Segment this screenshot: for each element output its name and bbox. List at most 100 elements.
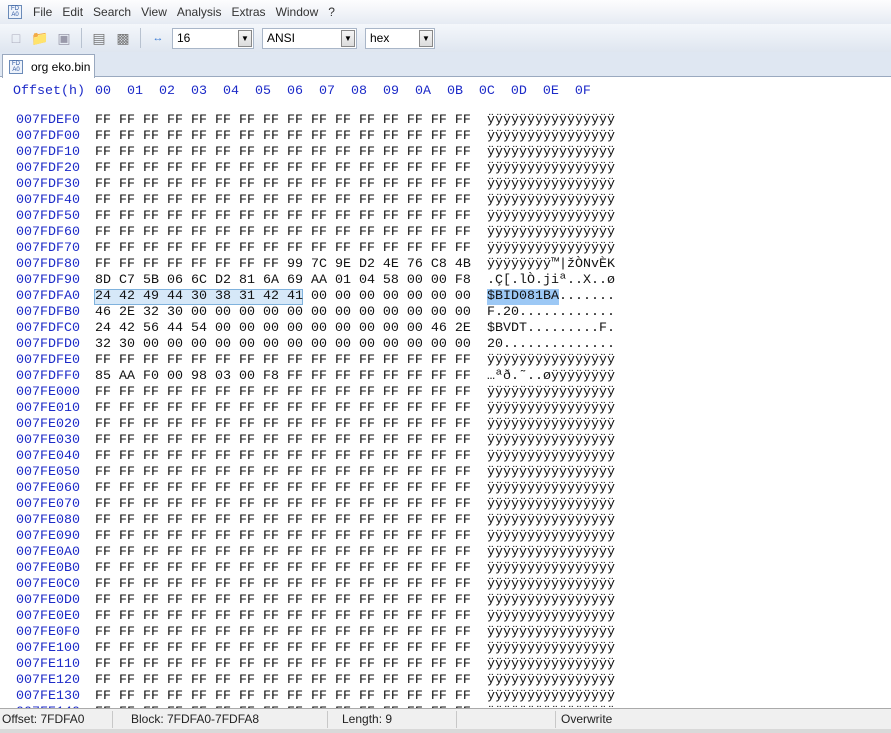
row-ascii[interactable]: ÿÿÿÿÿÿÿÿÿÿÿÿÿÿÿÿ (487, 609, 615, 625)
row-hex-bytes[interactable]: FF FF FF FF FF FF FF FF FF FF FF FF FF F… (95, 689, 471, 705)
row-hex-bytes[interactable]: FF FF FF FF FF FF FF FF FF FF FF FF FF F… (95, 641, 471, 657)
menu-file[interactable]: File (28, 5, 57, 19)
row-hex-bytes[interactable]: FF FF FF FF FF FF FF FF FF FF FF FF FF F… (95, 513, 471, 529)
row-ascii[interactable]: ÿÿÿÿÿÿÿÿÿÿÿÿÿÿÿÿ (487, 497, 615, 513)
row-hex-bytes[interactable]: FF FF FF FF FF FF FF FF FF FF FF FF FF F… (95, 209, 471, 225)
hex-row[interactable]: 007FE000 FF FF FF FF FF FF FF FF FF FF FF… (0, 385, 891, 401)
row-ascii[interactable]: ÿÿÿÿÿÿÿÿÿÿÿÿÿÿÿÿ (487, 529, 615, 545)
row-hex-bytes[interactable]: FF FF FF FF FF FF FF FF FF FF FF FF FF F… (95, 593, 471, 609)
hex-row[interactable]: 007FDFB0 46 2E 32 30 00 00 00 00 00 00 00… (0, 305, 891, 321)
row-ascii[interactable]: F.20............ (487, 305, 615, 321)
hex-row[interactable]: 007FE0C0 FF FF FF FF FF FF FF FF FF FF FF… (0, 577, 891, 593)
menu-help[interactable]: ? (323, 5, 340, 19)
row-hex-bytes[interactable]: FF FF FF FF FF FF FF FF FF FF FF FF FF F… (95, 417, 471, 433)
hex-row[interactable]: 007FDF50 FF FF FF FF FF FF FF FF FF FF FF… (0, 209, 891, 225)
hex-row[interactable]: 007FE090 FF FF FF FF FF FF FF FF FF FF FF… (0, 529, 891, 545)
row-hex-bytes[interactable]: 24 42 56 44 54 00 00 00 00 00 00 00 00 0… (95, 321, 471, 337)
hex-row[interactable]: 007FDF40 FF FF FF FF FF FF FF FF FF FF FF… (0, 193, 891, 209)
row-hex-bytes[interactable]: FF FF FF FF FF FF FF FF FF FF FF FF FF F… (95, 577, 471, 593)
row-hex-bytes[interactable]: FF FF FF FF FF FF FF FF FF FF FF FF FF F… (95, 113, 471, 129)
hex-row[interactable]: 007FE110 FF FF FF FF FF FF FF FF FF FF FF… (0, 657, 891, 673)
menu-edit[interactable]: Edit (57, 5, 88, 19)
row-ascii[interactable]: $BID081BA....... (487, 289, 615, 305)
row-hex-bytes[interactable]: FF FF FF FF FF FF FF FF FF FF FF FF FF F… (95, 465, 471, 481)
display-mode-select[interactable]: hex ▼ (365, 27, 435, 49)
hex-row[interactable]: 007FDFD0 32 30 00 00 00 00 00 00 00 00 00… (0, 337, 891, 353)
row-ascii[interactable]: .Ç[.lÒ.jiª..X..ø (487, 273, 615, 289)
chevron-down-icon[interactable]: ▼ (341, 29, 355, 47)
row-hex-bytes[interactable]: FF FF FF FF FF FF FF FF FF FF FF FF FF F… (95, 225, 471, 241)
hex-row[interactable]: 007FDFF0 85 AA F0 00 98 03 00 F8 FF FF FF… (0, 369, 891, 385)
row-ascii[interactable]: ÿÿÿÿÿÿÿÿÿÿÿÿÿÿÿÿ (487, 401, 615, 417)
bytes-per-row-select[interactable]: 16 ▼ (172, 27, 254, 49)
hex-row[interactable]: 007FE060 FF FF FF FF FF FF FF FF FF FF FF… (0, 481, 891, 497)
hex-row[interactable]: 007FDFA0 24 42 49 44 30 38 31 42 41 00 00… (0, 289, 891, 305)
row-hex-bytes[interactable]: FF FF FF FF FF FF FF FF FF FF FF FF FF F… (95, 177, 471, 193)
row-hex-bytes[interactable]: FF FF FF FF FF FF FF FF FF FF FF FF FF F… (95, 385, 471, 401)
row-ascii[interactable]: ÿÿÿÿÿÿÿÿÿÿÿÿÿÿÿÿ (487, 113, 615, 129)
menu-analysis[interactable]: Analysis (172, 5, 227, 19)
row-ascii[interactable]: ÿÿÿÿÿÿÿÿÿÿÿÿÿÿÿÿ (487, 385, 615, 401)
hex-row[interactable]: 007FDF20 FF FF FF FF FF FF FF FF FF FF FF… (0, 161, 891, 177)
hex-row[interactable]: 007FE0D0 FF FF FF FF FF FF FF FF FF FF FF… (0, 593, 891, 609)
hex-row[interactable]: 007FDF10 FF FF FF FF FF FF FF FF FF FF FF… (0, 145, 891, 161)
hex-row[interactable]: 007FDF00 FF FF FF FF FF FF FF FF FF FF FF… (0, 129, 891, 145)
new-file-icon[interactable]: □ (6, 28, 26, 48)
row-hex-bytes[interactable]: 24 42 49 44 30 38 31 42 41 00 00 00 00 0… (95, 289, 471, 305)
row-hex-bytes[interactable]: FF FF FF FF FF FF FF FF FF FF FF FF FF F… (95, 129, 471, 145)
row-ascii[interactable]: ÿÿÿÿÿÿÿÿÿÿÿÿÿÿÿÿ (487, 465, 615, 481)
hex-row[interactable]: 007FDF60 FF FF FF FF FF FF FF FF FF FF FF… (0, 225, 891, 241)
hex-row[interactable]: 007FE050 FF FF FF FF FF FF FF FF FF FF FF… (0, 465, 891, 481)
row-ascii[interactable]: ÿÿÿÿÿÿÿÿÿÿÿÿÿÿÿÿ (487, 193, 615, 209)
row-hex-bytes[interactable]: FF FF FF FF FF FF FF FF FF FF FF FF FF F… (95, 561, 471, 577)
row-hex-bytes[interactable]: FF FF FF FF FF FF FF FF FF FF FF FF FF F… (95, 481, 471, 497)
open-folder-icon[interactable]: 📁 (30, 28, 50, 48)
row-ascii[interactable]: ÿÿÿÿÿÿÿÿÿÿÿÿÿÿÿÿ (487, 241, 615, 257)
row-ascii[interactable]: ÿÿÿÿÿÿÿÿÿÿÿÿÿÿÿÿ (487, 689, 615, 705)
row-ascii[interactable]: ÿÿÿÿÿÿÿÿÿÿÿÿÿÿÿÿ (487, 417, 615, 433)
hex-row[interactable]: 007FDF70 FF FF FF FF FF FF FF FF FF FF FF… (0, 241, 891, 257)
disk-icon[interactable]: ▩ (113, 28, 133, 48)
menu-extras[interactable]: Extras (227, 5, 271, 19)
row-ascii[interactable]: ÿÿÿÿÿÿÿÿÿÿÿÿÿÿÿÿ (487, 161, 615, 177)
ram-icon[interactable]: ▤ (89, 28, 109, 48)
hex-row[interactable]: 007FDEF0 FF FF FF FF FF FF FF FF FF FF FF… (0, 113, 891, 129)
row-hex-bytes[interactable]: FF FF FF FF FF FF FF FF FF FF FF FF FF F… (95, 529, 471, 545)
row-hex-bytes[interactable]: FF FF FF FF FF FF FF FF FF FF FF FF FF F… (95, 193, 471, 209)
row-ascii[interactable]: ÿÿÿÿÿÿÿÿÿÿÿÿÿÿÿÿ (487, 145, 615, 161)
row-ascii[interactable]: ÿÿÿÿÿÿÿÿÿÿÿÿÿÿÿÿ (487, 657, 615, 673)
hex-row[interactable]: 007FE0B0 FF FF FF FF FF FF FF FF FF FF FF… (0, 561, 891, 577)
hex-row[interactable]: 007FE040 FF FF FF FF FF FF FF FF FF FF FF… (0, 449, 891, 465)
status-mode[interactable]: Overwrite (561, 712, 612, 726)
menu-search[interactable]: Search (88, 5, 136, 19)
row-ascii[interactable]: ÿÿÿÿÿÿÿÿÿÿÿÿÿÿÿÿ (487, 129, 615, 145)
hex-row[interactable]: 007FE0A0 FF FF FF FF FF FF FF FF FF FF FF… (0, 545, 891, 561)
hex-row[interactable]: 007FE0F0 FF FF FF FF FF FF FF FF FF FF FF… (0, 625, 891, 641)
hex-row[interactable]: 007FDF30 FF FF FF FF FF FF FF FF FF FF FF… (0, 177, 891, 193)
row-ascii[interactable]: ÿÿÿÿÿÿÿÿÿÿÿÿÿÿÿÿ (487, 577, 615, 593)
hex-view[interactable]: Offset(h) 00 01 02 03 04 05 06 07 08 09 … (0, 84, 891, 708)
row-ascii[interactable]: …ªð.˜..øÿÿÿÿÿÿÿÿ (487, 369, 615, 385)
row-ascii[interactable]: ÿÿÿÿÿÿÿÿÿÿÿÿÿÿÿÿ (487, 209, 615, 225)
hex-row[interactable]: 007FE030 FF FF FF FF FF FF FF FF FF FF FF… (0, 433, 891, 449)
row-hex-bytes[interactable]: FF FF FF FF FF FF FF FF FF FF FF FF FF F… (95, 353, 471, 369)
chevron-down-icon[interactable]: ▼ (419, 29, 433, 47)
row-hex-bytes[interactable]: FF FF FF FF FF FF FF FF FF FF FF FF FF F… (95, 449, 471, 465)
row-hex-bytes[interactable]: FF FF FF FF FF FF FF FF FF FF FF FF FF F… (95, 241, 471, 257)
row-hex-bytes[interactable]: 8D C7 5B 06 6C D2 81 6A 69 AA 01 04 58 0… (95, 273, 471, 289)
row-hex-bytes[interactable]: 32 30 00 00 00 00 00 00 00 00 00 00 00 0… (95, 337, 471, 353)
row-hex-bytes[interactable]: FF FF FF FF FF FF FF FF FF FF FF FF FF F… (95, 161, 471, 177)
hex-row[interactable]: 007FE020 FF FF FF FF FF FF FF FF FF FF FF… (0, 417, 891, 433)
row-hex-bytes[interactable]: FF FF FF FF FF FF FF FF 99 7C 9E D2 4E 7… (95, 257, 471, 273)
row-hex-bytes[interactable]: FF FF FF FF FF FF FF FF FF FF FF FF FF F… (95, 401, 471, 417)
hex-row[interactable]: 007FDFC0 24 42 56 44 54 00 00 00 00 00 00… (0, 321, 891, 337)
tab-org-eko-bin[interactable]: FD A0 org eko.bin (2, 54, 95, 78)
hex-row[interactable]: 007FDF80 FF FF FF FF FF FF FF FF 99 7C 9E… (0, 257, 891, 273)
row-hex-bytes[interactable]: 46 2E 32 30 00 00 00 00 00 00 00 00 00 0… (95, 305, 471, 321)
hex-row[interactable]: 007FE080 FF FF FF FF FF FF FF FF FF FF FF… (0, 513, 891, 529)
row-hex-bytes[interactable]: 85 AA F0 00 98 03 00 F8 FF FF FF FF FF F… (95, 369, 471, 385)
row-ascii[interactable]: ÿÿÿÿÿÿÿÿÿÿÿÿÿÿÿÿ (487, 177, 615, 193)
row-ascii[interactable]: ÿÿÿÿÿÿÿÿÿÿÿÿÿÿÿÿ (487, 561, 615, 577)
row-hex-bytes[interactable]: FF FF FF FF FF FF FF FF FF FF FF FF FF F… (95, 497, 471, 513)
hex-row[interactable]: 007FDFE0 FF FF FF FF FF FF FF FF FF FF FF… (0, 353, 891, 369)
